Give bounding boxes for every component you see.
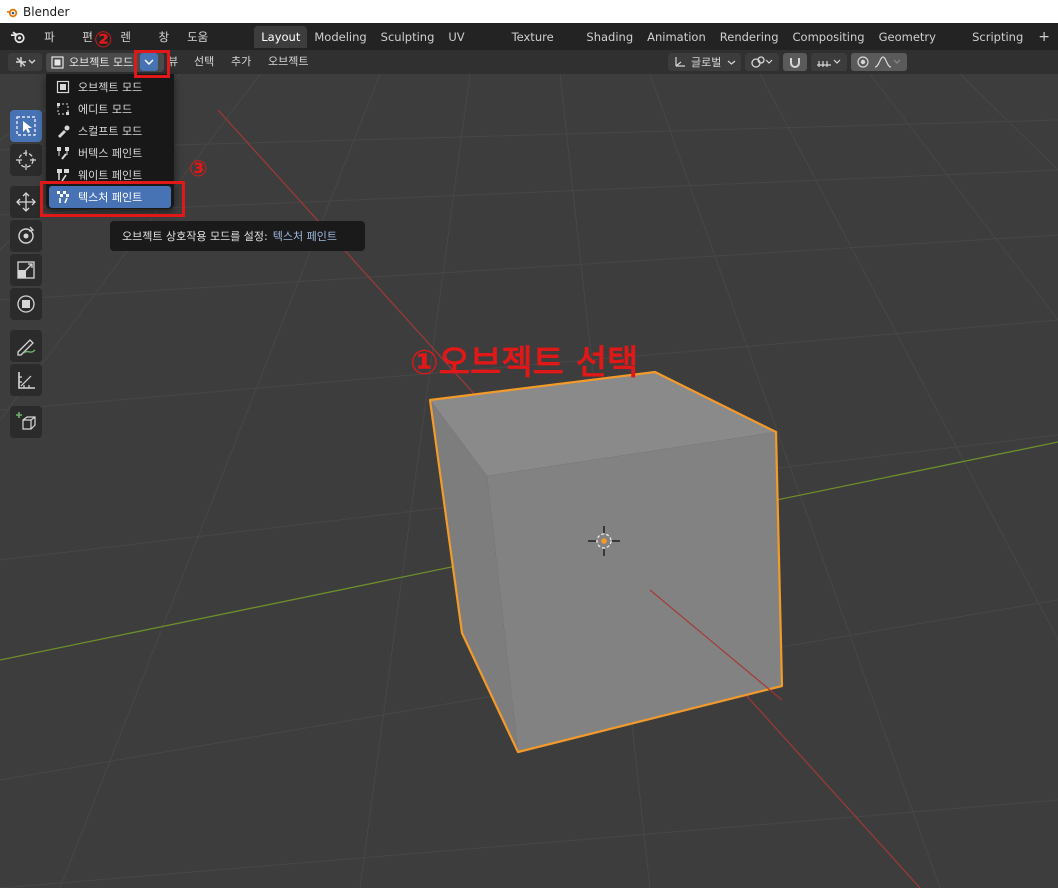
blender-menu-icon[interactable] (10, 30, 27, 44)
menu-add[interactable]: 추가 (231, 50, 251, 74)
mode-option-vertex-paint[interactable]: 버텍스 페인트 (46, 142, 174, 164)
cursor-icon (16, 150, 36, 170)
mode-option-label: 스컬프트 모드 (78, 125, 143, 138)
add-cube-icon (16, 412, 36, 430)
chevron-down-icon (727, 60, 736, 65)
transform-orientation-dropdown[interactable]: 글로벌 (668, 53, 742, 71)
select-box-icon (16, 116, 36, 136)
cursor-tool[interactable] (10, 144, 42, 176)
tab-geometry-nodes[interactable]: Geometry Nodes (872, 26, 966, 66)
annotation-step2: ② (94, 28, 113, 53)
menu-window[interactable]: 창 (149, 26, 178, 48)
mode-option-label: 오브젝트 모드 (78, 81, 143, 94)
measure-tool[interactable] (10, 364, 42, 396)
blender-window: Blender 파일 편집 렌더 창 도움말 Layout Modeling S… (0, 0, 1058, 888)
tab-compositing[interactable]: Compositing (786, 26, 872, 48)
rotate-icon (18, 226, 35, 244)
move-tool[interactable] (10, 186, 42, 218)
tab-uv-editing[interactable]: UV Editing (441, 26, 504, 66)
menu-object[interactable]: 오브젝트 (268, 50, 308, 74)
tab-animation[interactable]: Animation (640, 26, 713, 48)
mode-option-label: 에디트 모드 (78, 103, 133, 116)
select-box-tool[interactable] (10, 110, 42, 142)
viewport-editor-icon (16, 57, 36, 67)
tab-modeling[interactable]: Modeling (307, 26, 373, 48)
mode-option-edit[interactable]: 에디트 모드 (46, 98, 174, 120)
scale-icon (17, 261, 35, 279)
transform-tool[interactable] (10, 288, 42, 320)
mode-option-object[interactable]: 오브젝트 모드 (46, 76, 174, 98)
header-right-tools: 글로벌 (668, 53, 911, 71)
object-mode-icon (51, 55, 64, 69)
mode-option-sculpt[interactable]: 스컬프트 모드 (46, 120, 174, 142)
tab-sculpting[interactable]: Sculpting (374, 26, 442, 48)
blender-logo-icon (7, 8, 18, 17)
menu-select[interactable]: 선택 (194, 50, 214, 74)
object-mode-icon (56, 80, 70, 94)
window-titlebar: Blender (0, 0, 1058, 23)
rotate-tool[interactable] (10, 220, 42, 252)
tab-shading[interactable]: Shading (579, 26, 640, 48)
mode-tooltip: 오브젝트 상호작용 모드를 설정: 텍스처 페인트 (110, 221, 365, 251)
pivot-link-icon (751, 56, 773, 68)
orientation-axes-icon (675, 57, 685, 67)
proportional-editing-toggle[interactable] (851, 53, 908, 71)
snap-toggle[interactable] (783, 53, 808, 71)
proportional-circle-icon (857, 56, 869, 68)
ruler-icon (18, 372, 35, 389)
menu-render[interactable]: 렌더 (111, 26, 149, 66)
annotation-step1: ①오브젝트 선택 (410, 343, 639, 383)
add-cube-tool[interactable] (10, 406, 42, 438)
mode-option-label: 버텍스 페인트 (78, 147, 143, 160)
menu-help[interactable]: 도움말 (178, 26, 226, 66)
workspace-tabs: Layout Modeling Sculpting UV Editing Tex… (254, 25, 1058, 66)
tab-texture-paint[interactable]: Texture Paint (505, 26, 580, 66)
move-arrows-icon (16, 192, 36, 212)
tab-layout[interactable]: Layout (254, 25, 308, 48)
magnet-icon (790, 58, 801, 68)
pencil-icon (17, 339, 36, 356)
cube-object[interactable] (428, 370, 784, 754)
annotation-box-caret (134, 50, 170, 78)
mode-select-value: 오브젝트 모드 (69, 56, 134, 69)
editor-type-button[interactable] (8, 53, 42, 71)
vertex-paint-icon (57, 147, 69, 160)
add-workspace-button[interactable]: + (1030, 29, 1058, 45)
orientation-value: 글로벌 (691, 56, 722, 69)
tooltip-text: 오브젝트 상호작용 모드를 설정: (122, 230, 268, 243)
menu-file[interactable]: 파일 (35, 26, 73, 66)
edit-mode-icon (57, 103, 69, 115)
annotation-step3: ③ (189, 157, 208, 182)
pivot-point-dropdown[interactable] (745, 53, 780, 71)
tab-rendering[interactable]: Rendering (713, 26, 786, 48)
tab-scripting[interactable]: Scripting (965, 26, 1030, 48)
falloff-curve-icon (875, 56, 901, 68)
snap-increment-icon (817, 59, 841, 67)
annotation-box-texture-paint (40, 181, 185, 217)
window-title: Blender (23, 4, 70, 19)
scale-tool[interactable] (10, 254, 42, 286)
weight-paint-icon (57, 169, 69, 182)
transform-icon (17, 295, 35, 313)
tooltip-value: 텍스처 페인트 (272, 230, 337, 243)
sculpt-brush-icon (58, 125, 70, 138)
top-menu-bar: 파일 편집 렌더 창 도움말 Layout Modeling Sculpting… (0, 23, 1058, 66)
snap-target-dropdown[interactable] (811, 53, 848, 71)
annotate-tool[interactable] (10, 330, 42, 362)
